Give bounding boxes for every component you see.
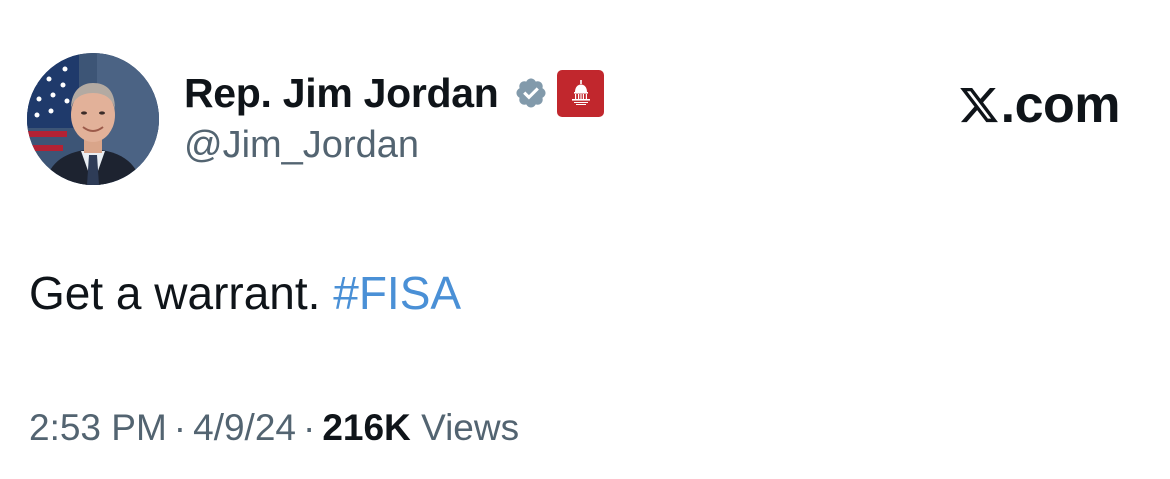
site-domain-label: .com <box>1000 76 1121 134</box>
author-handle[interactable]: @Jim_Jordan <box>184 124 419 167</box>
avatar[interactable] <box>27 53 159 185</box>
avatar-image <box>27 53 159 185</box>
tweet-date[interactable]: 4/9/24 <box>193 407 296 448</box>
site-logo: .com <box>958 75 1121 135</box>
verified-badge-icon <box>514 76 548 110</box>
meta-separator: · <box>173 407 187 448</box>
tweet-time[interactable]: 2:53 PM <box>29 407 167 448</box>
views-label: Views <box>421 407 520 448</box>
tweet-text: Get a warrant. #FISA <box>29 266 461 320</box>
author-name-row: Rep. Jim Jordan <box>184 68 605 118</box>
hashtag-link[interactable]: #FISA <box>333 267 461 319</box>
capitol-dome-icon[interactable] <box>557 69 605 117</box>
tweet-body: Get a warrant. <box>29 267 334 319</box>
meta-separator: · <box>303 407 316 448</box>
x-logo-icon <box>958 84 1000 126</box>
views-count: 216K <box>322 407 411 448</box>
author-display-name[interactable]: Rep. Jim Jordan <box>184 70 499 117</box>
tweet-meta: 2:53 PM · 4/9/24 · 216K Views <box>29 407 519 449</box>
